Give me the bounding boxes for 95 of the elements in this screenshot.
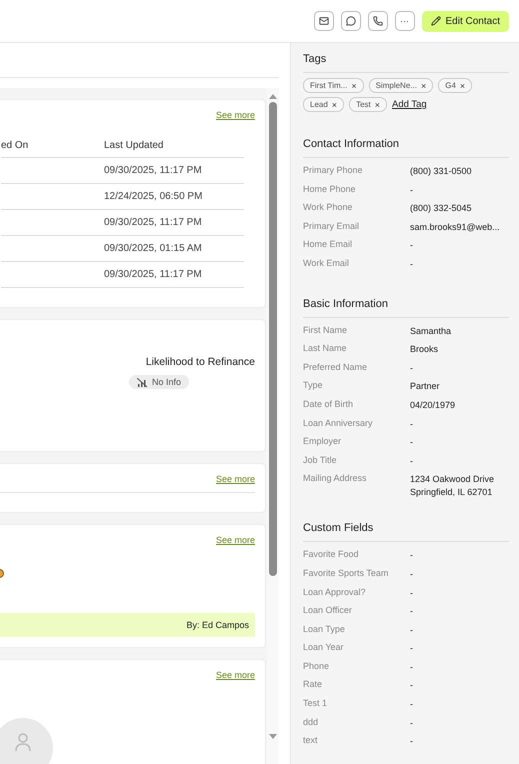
field-label: Loan Approval? <box>303 586 367 596</box>
field-value: - <box>410 605 414 618</box>
field-label: Rate <box>303 679 324 690</box>
pencil-icon <box>430 16 441 26</box>
field-value: sam.brooks91@web... <box>410 220 501 234</box>
field-label: Primary Email <box>303 220 360 231</box>
field-label: Type <box>303 380 324 390</box>
remove-icon[interactable]: × <box>460 80 466 90</box>
field-value: 1234 Oakwood Drive Springfield, IL 62701 <box>410 473 496 500</box>
field-value: - <box>410 624 414 637</box>
field-value: - <box>410 418 414 431</box>
column-header: Last Updated <box>104 136 244 158</box>
field-value: - <box>410 642 414 656</box>
field-value: - <box>410 258 414 271</box>
field-value: - <box>410 660 414 674</box>
no-info-badge: No Info <box>129 375 190 389</box>
field-label: Preferred Name <box>303 362 368 372</box>
remove-icon[interactable]: × <box>374 100 380 110</box>
field-value: - <box>410 239 414 252</box>
add-tag-link[interactable]: Add Tag <box>392 99 427 110</box>
scroll-down-icon[interactable] <box>269 734 277 739</box>
see-more-link[interactable]: See more <box>216 474 255 484</box>
field-label: Work Phone <box>303 202 354 212</box>
field-value: - <box>410 549 414 562</box>
field-value: - <box>410 362 414 375</box>
field-value: Partner <box>410 380 441 394</box>
chat-icon <box>346 16 356 26</box>
table-cell: 09/30/2025, 11:17 PM <box>104 210 244 236</box>
field-label: Loan Anniversary <box>303 418 374 428</box>
section-title: Tags <box>303 53 509 73</box>
field-value: - <box>410 716 414 730</box>
field-label: Test 1 <box>303 698 328 708</box>
field-value: Samantha <box>410 324 452 338</box>
field-value: (800) 332-5045 <box>410 202 473 216</box>
field-label: Home Email <box>303 239 354 250</box>
field-value: - <box>410 698 414 712</box>
tag-chip[interactable]: G4 × <box>438 78 472 93</box>
scrollbar-thumb[interactable] <box>269 102 277 576</box>
remove-icon[interactable]: × <box>420 80 426 90</box>
tag-chip[interactable]: SimpleNe... × <box>368 78 434 93</box>
section-title: Custom Fields <box>303 522 509 542</box>
refinance-label: Likelihood to Refinance <box>146 356 255 368</box>
field-label: First Name <box>303 324 348 335</box>
field-label: Employer <box>303 436 342 446</box>
tag-chip[interactable]: Lead × <box>303 97 344 112</box>
phone-button[interactable] <box>368 11 388 31</box>
field-label: Favorite Sports Team <box>303 568 390 578</box>
remove-icon[interactable]: × <box>332 100 338 110</box>
field-value: - <box>410 436 414 450</box>
field-value: - <box>410 184 414 197</box>
field-label: text <box>303 735 319 746</box>
table-cell: 09/30/2025, 11:17 PM <box>104 262 244 288</box>
field-label: Date of Birth <box>303 398 354 409</box>
field-value: - <box>410 454 414 468</box>
chat-button[interactable] <box>340 11 361 31</box>
field-label: Job Title <box>303 454 338 465</box>
field-label: Work Email <box>303 258 350 268</box>
field-label: Favorite Food <box>303 549 360 560</box>
column-header: ed On <box>1 136 104 158</box>
see-more-link[interactable]: See more <box>216 535 255 545</box>
scroll-up-icon[interactable] <box>269 94 277 99</box>
edit-contact-button[interactable]: Edit Contact <box>422 10 509 32</box>
field-label: Last Name <box>303 343 348 354</box>
field-label: Home Phone <box>303 184 357 194</box>
section-title: Basic Information <box>303 298 509 318</box>
mail-icon <box>318 16 329 26</box>
mail-button[interactable] <box>314 11 334 31</box>
see-more-link[interactable]: See more <box>216 670 255 680</box>
tag-chip[interactable]: Test × <box>349 97 387 112</box>
field-label: Mailing Address <box>303 473 368 484</box>
field-value: - <box>410 735 414 748</box>
field-label: Loan Type <box>303 624 346 634</box>
field-value: - <box>410 679 414 692</box>
phone-icon <box>372 16 383 26</box>
field-value: 04/20/1979 <box>410 398 456 412</box>
table-cell: 12/24/2025, 06:50 PM <box>104 184 244 210</box>
no-signal-icon <box>137 378 148 386</box>
field-label: Phone <box>303 660 330 671</box>
field-value: - <box>410 586 414 600</box>
section-title: Contact Information <box>303 138 509 158</box>
field-value: (800) 331-0500 <box>410 165 473 178</box>
field-label: Loan Year <box>303 642 345 652</box>
author-text: By: Ed Campos <box>186 620 249 630</box>
remove-icon[interactable]: × <box>351 80 357 90</box>
table-cell: 09/30/2025, 01:15 AM <box>104 236 244 262</box>
table-cell: 09/30/2025, 11:17 PM <box>104 158 244 184</box>
person-icon <box>13 732 33 752</box>
field-value: - <box>410 568 414 581</box>
more-button[interactable]: ··· <box>394 11 415 31</box>
field-label: Primary Phone <box>303 165 364 175</box>
field-label: ddd <box>303 716 320 727</box>
tag-chip[interactable]: First Tim... × <box>303 78 364 93</box>
see-more-link[interactable]: See more <box>216 110 255 120</box>
field-value: Brooks <box>410 343 440 356</box>
field-label: Loan Officer <box>303 605 353 616</box>
